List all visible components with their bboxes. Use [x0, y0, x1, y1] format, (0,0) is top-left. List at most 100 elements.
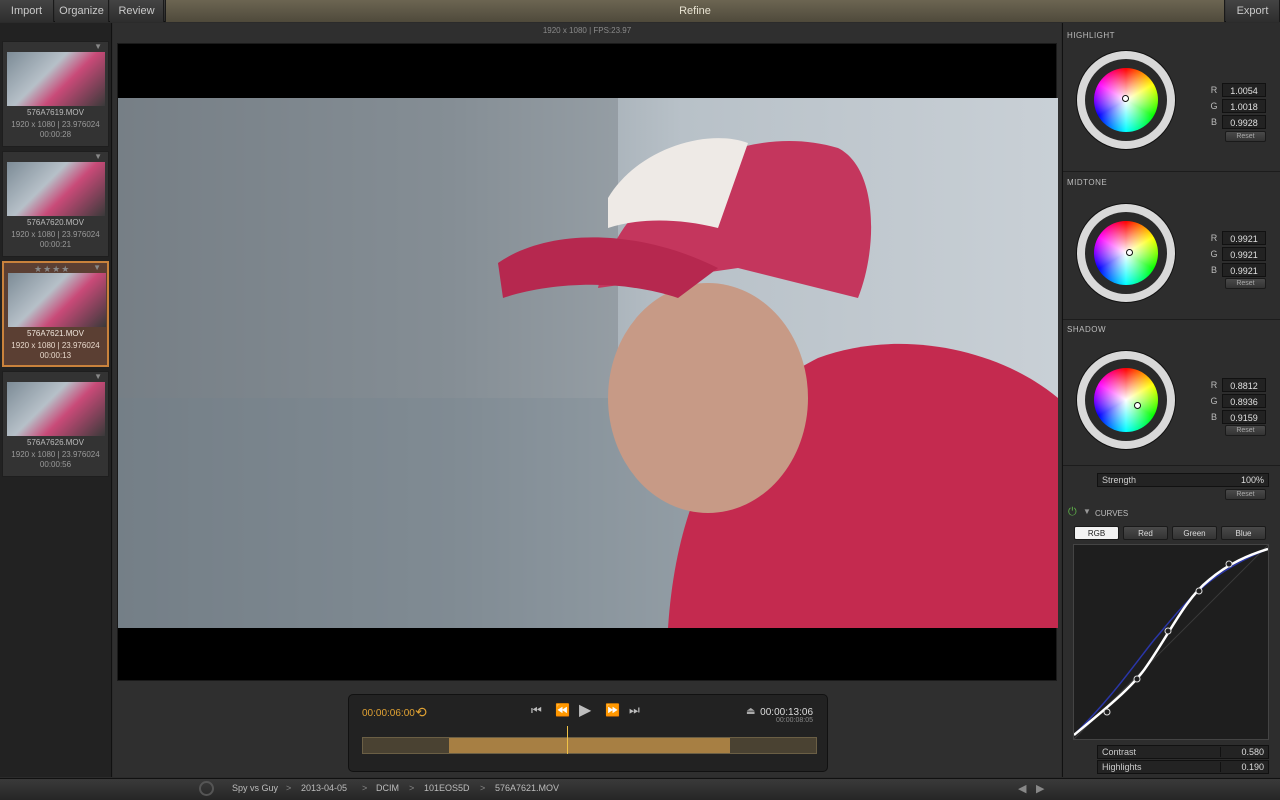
strength-value[interactable]: 100% — [1241, 475, 1264, 485]
chevron-down-icon[interactable]: ▼ — [93, 263, 101, 272]
shadow-color-wheel[interactable] — [1077, 351, 1175, 449]
video-info: 1920 x 1080 | FPS:23.97 — [542, 26, 632, 35]
breadcrumb-folder[interactable]: 101EOS5D — [424, 783, 470, 793]
loop-icon[interactable]: ⟲ — [415, 704, 427, 721]
curve-point[interactable] — [1103, 708, 1111, 716]
color-correction-panel: HIGHLIGHT R 1.0054 G 1.0018 B 0.9928 Reset … — [1062, 23, 1280, 777]
shadow-title: SHADOW — [1067, 325, 1106, 334]
strength-label: Strength — [1102, 475, 1137, 485]
play-icon[interactable]: ▶ — [579, 700, 591, 720]
breadcrumb-project[interactable]: Spy vs Guy — [232, 783, 278, 793]
remaining-timecode: 00:00:08:05 — [776, 717, 813, 724]
tab-green[interactable]: Green — [1172, 526, 1217, 540]
contrast-param[interactable]: Contrast 0.580 — [1097, 745, 1269, 759]
highlight-r-field[interactable]: 1.0054 — [1222, 83, 1266, 97]
midtone-b-field[interactable]: 0.9921 — [1222, 263, 1266, 277]
video-image — [118, 98, 1058, 628]
strength-reset-button[interactable]: Reset — [1225, 489, 1266, 500]
export-tab[interactable]: Export — [1226, 0, 1280, 22]
chevron-down-icon[interactable]: ▼ — [94, 42, 102, 51]
highlight-reset-button[interactable]: Reset — [1225, 131, 1266, 142]
clip-item[interactable]: ▼ 576A7619.MOV 1920 x 1080 | 23.976024 00… — [2, 41, 109, 147]
clip-resolution: 1920 x 1080 | 23.976024 — [11, 341, 100, 350]
curve-point[interactable] — [1133, 675, 1141, 683]
skip-end-icon[interactable]: ⏭ — [629, 703, 640, 718]
chevron-down-icon[interactable]: ▼ — [1083, 507, 1091, 516]
clip-thumbnail — [7, 162, 105, 216]
breadcrumb-file[interactable]: 576A7621.MOV — [495, 783, 559, 793]
curves-editor[interactable] — [1073, 544, 1269, 740]
tab-blue[interactable]: Blue — [1221, 526, 1266, 540]
playhead[interactable] — [566, 726, 568, 754]
clip-name: 576A7619.MOV — [27, 108, 84, 117]
highlight-color-wheel[interactable] — [1077, 51, 1175, 149]
clip-name: 576A7620.MOV — [27, 218, 84, 227]
midtone-title: MIDTONE — [1067, 178, 1108, 187]
clip-duration: 00:00:28 — [39, 130, 72, 139]
current-timecode: 00:00:06:00 — [362, 708, 415, 719]
video-content-graphic — [118, 98, 1058, 628]
contrast-value[interactable]: 0.580 — [1220, 747, 1264, 757]
highlight-g-field[interactable]: 1.0018 — [1222, 99, 1266, 113]
midtone-reset-button[interactable]: Reset — [1225, 278, 1266, 289]
chevron-down-icon[interactable]: ▼ — [94, 372, 102, 381]
timeline-scrubber[interactable] — [362, 726, 817, 754]
shadow-rgb-values: R 0.8812 G 0.8936 B 0.9159 — [1208, 378, 1266, 426]
clip-browser: ▼ 576A7619.MOV 1920 x 1080 | 23.976024 00… — [0, 23, 112, 777]
highlight-rgb-values: R 1.0054 G 1.0018 B 0.9928 — [1208, 83, 1266, 131]
highlight-title: HIGHLIGHT — [1067, 31, 1116, 40]
highlights-param[interactable]: Highlights 0.190 — [1097, 760, 1269, 774]
shadow-r-field[interactable]: 0.8812 — [1222, 378, 1266, 392]
clip-resolution: 1920 x 1080 | 23.976024 — [11, 450, 100, 459]
midtone-g-field[interactable]: 0.9921 — [1222, 247, 1266, 261]
status-bar: Spy vs Guy > 2013-04-05 > DCIM > 101EOS5… — [0, 778, 1280, 800]
shadow-g-field[interactable]: 0.8936 — [1222, 394, 1266, 408]
midtone-wheel-handle[interactable] — [1126, 249, 1133, 256]
highlight-wheel-handle[interactable] — [1122, 95, 1129, 102]
clip-item[interactable]: ▼ 576A7626.MOV 1920 x 1080 | 23.976024 00… — [2, 371, 109, 477]
clip-resolution: 1920 x 1080 | 23.976024 — [11, 120, 100, 129]
organize-tab[interactable]: Organize — [55, 0, 109, 22]
video-viewer: 1920 x 1080 | FPS:23.97 00:00:06:00 ⟲ ⏮ … — [113, 23, 1061, 777]
clip-thumbnail — [7, 52, 105, 106]
midtone-r-field[interactable]: 0.9921 — [1222, 231, 1266, 245]
fast-forward-icon[interactable]: ⏩ — [605, 703, 620, 717]
review-tab[interactable]: Review — [110, 0, 164, 22]
curves-title: CURVES — [1095, 509, 1129, 518]
tab-rgb[interactable]: RGB — [1074, 526, 1119, 540]
clip-thumbnail — [8, 273, 106, 327]
shadow-b-field[interactable]: 0.9159 — [1222, 410, 1266, 424]
clip-item[interactable]: ▼ 576A7620.MOV 1920 x 1080 | 23.976024 00… — [2, 151, 109, 257]
curve-point[interactable] — [1195, 587, 1203, 595]
curve-point[interactable] — [1225, 560, 1233, 568]
skip-start-icon[interactable]: ⏮ — [531, 703, 542, 718]
clip-thumbnail — [7, 382, 105, 436]
highlights-value[interactable]: 0.190 — [1220, 762, 1264, 772]
circle-icon[interactable] — [199, 781, 214, 796]
arrow-left-icon[interactable]: ◀ — [1018, 782, 1026, 795]
transport-controls: 00:00:06:00 ⟲ ⏮ ⏪ ▶ ⏩ ⏭ ⏏ 00:00:13:06 00… — [348, 694, 828, 772]
import-tab[interactable]: Import — [0, 0, 54, 22]
clip-name: 576A7621.MOV — [27, 329, 84, 338]
breadcrumb-dcim[interactable]: DCIM — [376, 783, 399, 793]
shadow-reset-button[interactable]: Reset — [1225, 425, 1266, 436]
curve-point[interactable] — [1164, 627, 1172, 635]
breadcrumb-date[interactable]: 2013-04-05 — [301, 783, 347, 793]
highlight-b-field[interactable]: 0.9928 — [1222, 115, 1266, 129]
arrow-right-icon[interactable]: ▶ — [1036, 782, 1044, 795]
rewind-icon[interactable]: ⏪ — [555, 703, 570, 717]
clip-duration: 00:00:56 — [39, 460, 72, 469]
curve-graph — [1073, 544, 1269, 740]
power-icon[interactable]: ⏻ — [1068, 506, 1077, 519]
chevron-down-icon[interactable]: ▼ — [94, 152, 102, 161]
top-toolbar: Import Organize Review Refine Export — [0, 0, 1280, 22]
refine-tab[interactable]: Refine — [165, 0, 1225, 22]
tab-red[interactable]: Red — [1123, 526, 1168, 540]
midtone-color-wheel[interactable] — [1077, 204, 1175, 302]
strength-slider[interactable]: Strength 100% — [1097, 473, 1269, 487]
video-frame[interactable] — [117, 43, 1058, 681]
clip-duration: 00:00:21 — [39, 240, 72, 249]
camera-icon[interactable]: ⏏ — [746, 706, 755, 717]
clip-item-selected[interactable]: ★★★★ ▼ 576A7621.MOV 1920 x 1080 | 23.976… — [2, 261, 109, 367]
shadow-wheel-handle[interactable] — [1134, 402, 1141, 409]
